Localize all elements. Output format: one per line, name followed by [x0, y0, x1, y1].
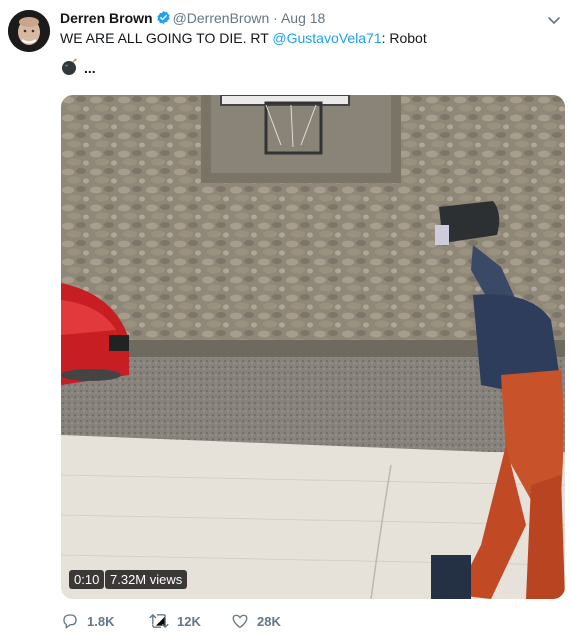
avatar[interactable] [8, 10, 50, 52]
tweet-header: Derren Brown @DerrenBrown · Aug 18 [60, 9, 325, 29]
avatar-image [8, 10, 50, 52]
author-name[interactable]: Derren Brown [60, 10, 153, 26]
retweet-icon [149, 612, 169, 630]
tweet-actions: 1.8K 12K 28K [61, 612, 281, 630]
author-handle[interactable]: @DerrenBrown [173, 10, 270, 26]
like-count: 28K [257, 613, 281, 629]
tweet-text-start: WE ARE ALL GOING TO DIE. RT [60, 30, 273, 46]
video-duration-badge: 0:10 [69, 570, 105, 589]
header-separator: · [273, 10, 278, 26]
verified-badge-icon [156, 10, 171, 29]
reply-icon [61, 612, 79, 630]
chevron-down-icon[interactable] [546, 12, 562, 28]
video-frame [61, 95, 565, 599]
mention-link[interactable]: @GustavoVela71 [272, 30, 381, 46]
tweet-text: WE ARE ALL GOING TO DIE. RT @GustavoVela… [60, 29, 427, 47]
reply-button[interactable]: 1.8K [61, 612, 149, 630]
retweet-button[interactable]: 12K [149, 612, 231, 630]
bomb-emoji-icon [60, 58, 78, 79]
like-button[interactable]: 28K [231, 612, 281, 630]
video-player[interactable]: 0:10 7.32M views [61, 95, 565, 599]
like-heart-icon [231, 612, 249, 630]
video-views-badge: 7.32M views [105, 570, 188, 589]
reply-count: 1.8K [87, 613, 115, 629]
tweet-text-end: : Robot [381, 30, 427, 46]
tweet-text-continuation: ... [60, 58, 96, 79]
ellipsis-text: ... [84, 60, 96, 76]
retweet-count: 12K [177, 613, 201, 629]
tweet-date[interactable]: Aug 18 [281, 10, 325, 26]
